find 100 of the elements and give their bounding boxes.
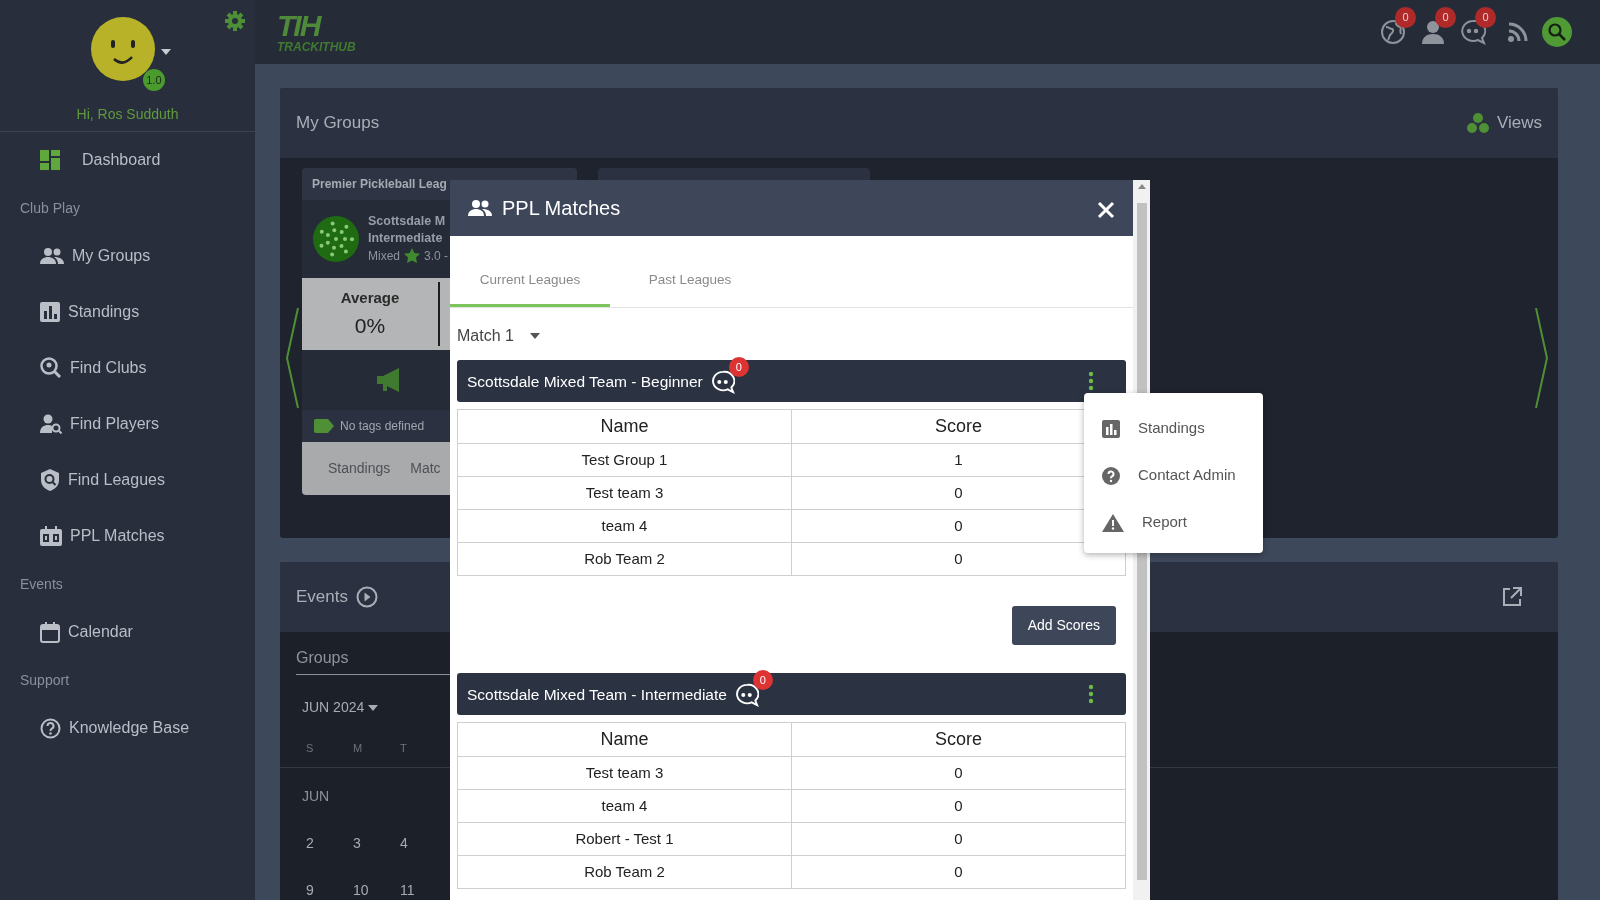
- people-icon: [40, 247, 64, 265]
- match-select[interactable]: Match 1: [457, 324, 552, 349]
- tab[interactable]: Current Leagues: [450, 258, 610, 308]
- section-label: Support: [19, 670, 71, 690]
- card-tab[interactable]: Standings: [328, 458, 391, 479]
- calendar-day[interactable]: 3: [343, 832, 390, 854]
- search-icon: [1548, 23, 1566, 41]
- logo-wordmark: TRACKITHUB: [277, 41, 356, 53]
- tag-icon: [314, 419, 334, 433]
- calendar-day[interactable]: 4: [390, 832, 437, 854]
- calendar-day[interactable]: 2: [296, 832, 343, 854]
- sidebar-link[interactable]: Find Leagues: [0, 452, 255, 508]
- table-cell: Test team 3: [457, 476, 792, 510]
- sidebar-link[interactable]: PPL Matches: [0, 508, 255, 564]
- people-icon: [468, 199, 492, 217]
- table-cell: Test Group 1: [457, 443, 792, 477]
- calendar-day[interactable]: 9: [296, 879, 343, 900]
- sidebar-link[interactable]: My Groups: [0, 228, 255, 284]
- star-icon: [404, 247, 420, 264]
- rss-icon[interactable]: [1508, 22, 1528, 42]
- tags-text: No tags defined: [340, 418, 425, 435]
- column-header: Name: [457, 722, 792, 757]
- user-icon[interactable]: [1420, 19, 1446, 45]
- scoreboard-icon: [40, 526, 62, 546]
- external-link-icon[interactable]: [1502, 587, 1522, 607]
- sidebar-link[interactable]: Knowledge Base: [0, 700, 255, 756]
- table-cell: team 4: [457, 789, 792, 823]
- notification-badge: 0: [1475, 7, 1496, 28]
- chat-icon[interactable]: [734, 683, 759, 708]
- pickleball-icon: [312, 215, 360, 263]
- rating-badge: 1.0: [143, 69, 165, 91]
- group-name: Scottsdale Mixed Team - Beginner: [467, 371, 703, 392]
- card-tab[interactable]: Matc: [410, 458, 441, 479]
- caret-icon: [529, 333, 540, 340]
- search-button[interactable]: [1542, 17, 1572, 47]
- globe-icon[interactable]: [1380, 19, 1406, 45]
- month-selector[interactable]: JUN 2024: [302, 699, 379, 715]
- weekday-label: M: [352, 741, 364, 756]
- month-label: JUN: [302, 786, 330, 806]
- stat-value: 0%: [354, 312, 386, 339]
- play-circle-icon[interactable]: [356, 586, 378, 608]
- chevron-right-icon[interactable]: [1534, 308, 1550, 408]
- table-cell: Test team 3: [457, 756, 792, 790]
- dots-cluster-icon: [1466, 113, 1489, 133]
- stat-label: Average: [340, 288, 400, 308]
- section-label: Club Play: [19, 198, 81, 218]
- message-count-badge: 0: [728, 357, 749, 378]
- table-cell: Robert - Test 1: [457, 822, 792, 856]
- bar-chart-icon: [1102, 419, 1120, 438]
- team-name: Scottsdale M: [368, 213, 447, 230]
- section-label: Events: [19, 574, 64, 594]
- rating-range: 3.0 -: [424, 247, 449, 265]
- calendar-day[interactable]: 11: [390, 879, 437, 900]
- user-search-icon: [40, 414, 62, 434]
- table-cell: team 4: [457, 509, 792, 543]
- scroll-up-icon: [1137, 184, 1146, 189]
- calendar-icon: [40, 621, 60, 643]
- kebab-menu-icon[interactable]: [1088, 684, 1094, 705]
- shield-search-icon: [40, 469, 60, 491]
- column-header: Score: [791, 722, 1126, 757]
- help-icon: [1102, 466, 1120, 485]
- caret-icon[interactable]: [161, 49, 171, 55]
- help-icon: [40, 717, 61, 739]
- table-cell: 0: [791, 789, 1126, 823]
- group-name: Scottsdale Mixed Team - Intermediate: [467, 684, 727, 705]
- weekday-label: T: [399, 741, 408, 756]
- user-greeting: Hi, Ros Sudduth: [75, 105, 180, 124]
- bar-chart-icon: [40, 302, 60, 322]
- format-label: Mixed: [368, 247, 400, 265]
- sidebar-link[interactable]: Find Players: [0, 396, 255, 452]
- panel-title: Events: [296, 586, 348, 609]
- weekday-label: S: [305, 741, 315, 756]
- tab[interactable]: Past Leagues: [610, 258, 770, 308]
- table-cell: 0: [791, 855, 1126, 889]
- sidebar-link[interactable]: Calendar: [0, 604, 255, 660]
- table-cell: Rob Team 2: [457, 855, 792, 889]
- team-name: Intermediate: [368, 230, 444, 247]
- table-cell: Rob Team 2: [457, 542, 792, 576]
- sidebar-link[interactable]: Dashboard: [0, 132, 255, 188]
- table-cell: 0: [791, 822, 1126, 856]
- caret-icon: [368, 705, 379, 712]
- sidebar-link[interactable]: Standings: [0, 284, 255, 340]
- panel-title: My Groups: [296, 112, 380, 135]
- sidebar-link[interactable]: Find Clubs: [0, 340, 255, 396]
- message-count-badge: 0: [752, 670, 773, 691]
- calendar-day[interactable]: 10: [343, 879, 390, 900]
- notification-badge: 0: [1435, 7, 1456, 28]
- column-header: Name: [457, 409, 792, 444]
- views-button[interactable]: Views: [1466, 110, 1542, 136]
- warning-icon: [1102, 513, 1124, 532]
- logo-mark: TIH: [277, 11, 322, 41]
- close-icon: [1097, 201, 1115, 220]
- settings-icon[interactable]: [225, 11, 245, 31]
- add-scores-button[interactable]: Add Scores: [1011, 606, 1116, 646]
- notification-badge: 0: [1395, 7, 1416, 28]
- kebab-menu-icon[interactable]: [1088, 371, 1094, 392]
- search-location-icon: [40, 357, 62, 379]
- table-cell: 0: [791, 756, 1126, 790]
- dashboard-icon: [40, 150, 60, 170]
- chevron-left-icon[interactable]: [284, 308, 300, 408]
